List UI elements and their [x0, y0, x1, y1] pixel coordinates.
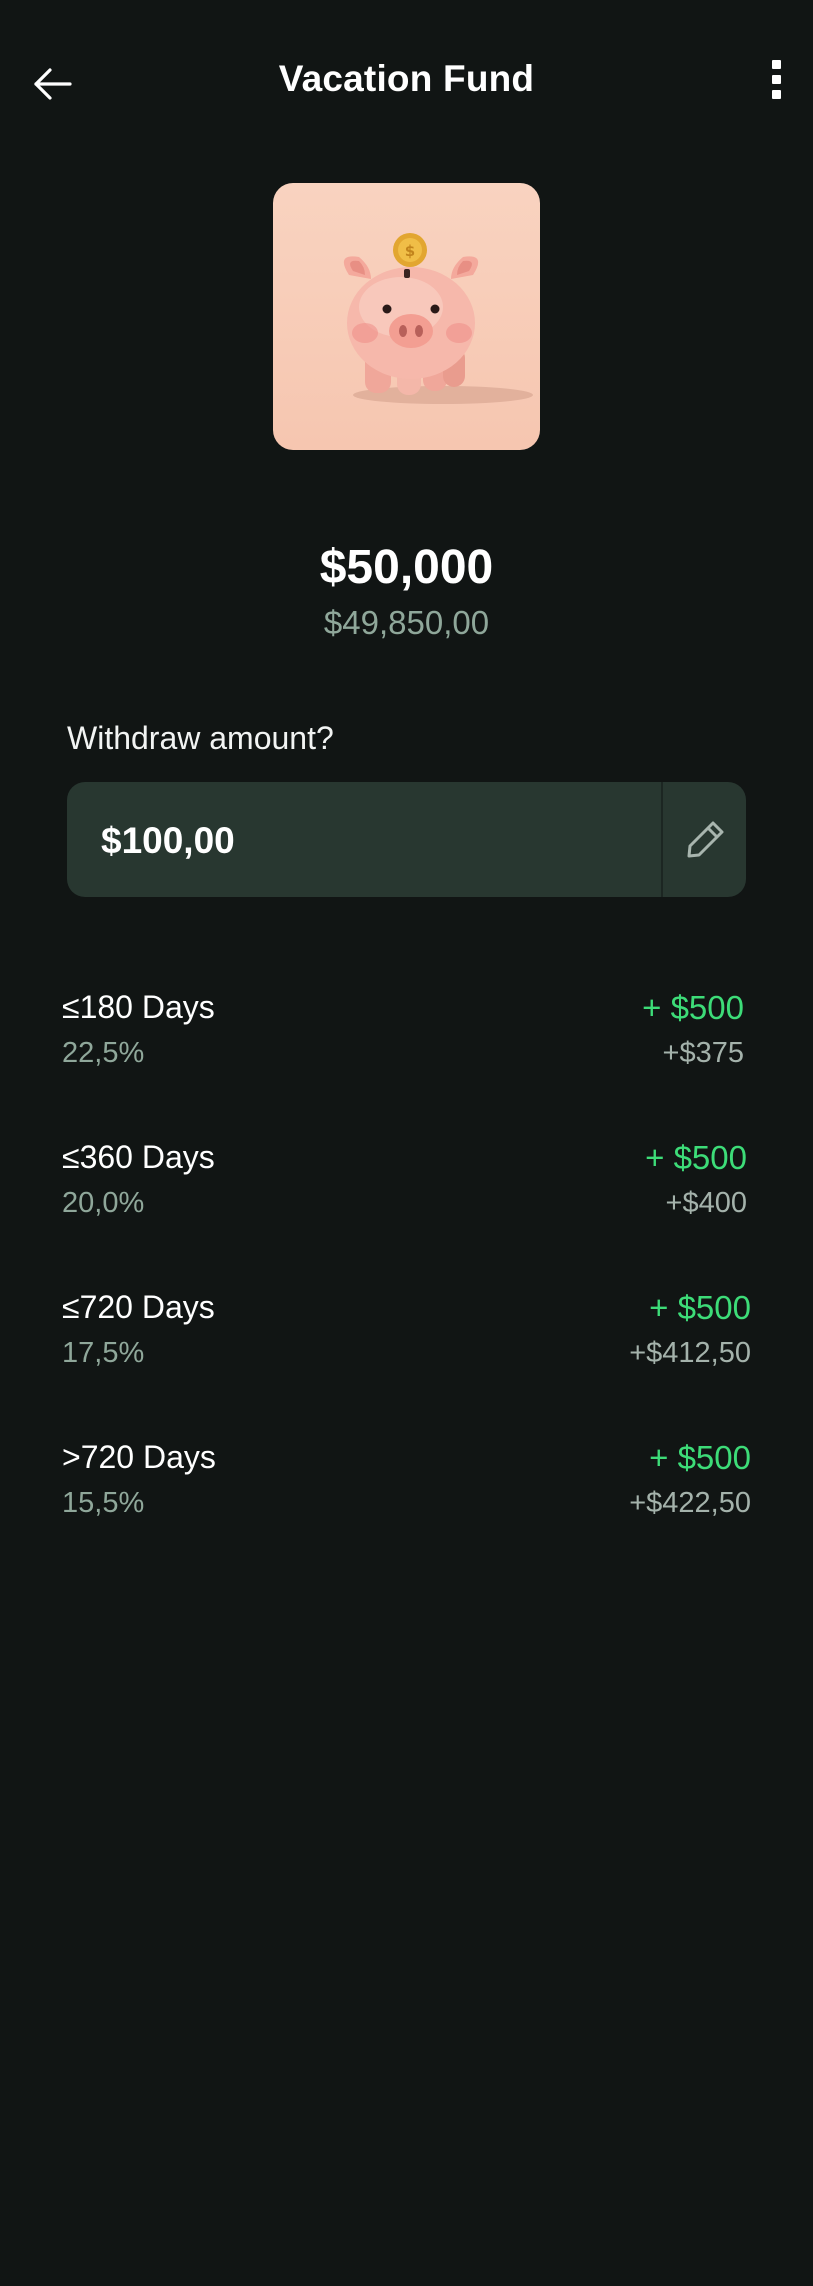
withdraw-label: Withdraw amount?	[67, 720, 334, 756]
more-vertical-icon	[761, 60, 791, 99]
tier-bonus: + $500	[642, 989, 744, 1026]
edit-amount-button[interactable]	[667, 782, 746, 897]
tier-bonus: + $500	[649, 1289, 751, 1326]
piggy-bank-icon: $	[343, 233, 533, 404]
tier-earnings: +$400	[665, 1187, 747, 1219]
tier-row-360-days[interactable]: ≤360 Days 20,0% + $500 +$400	[0, 1139, 813, 1249]
svg-text:$: $	[405, 242, 415, 260]
available-balance: $49,850,00	[323, 604, 490, 641]
tier-rate: 22,5%	[62, 1037, 145, 1069]
withdraw-amount-value: $100,00	[101, 820, 235, 861]
withdraw-amount-field[interactable]: $100,00	[67, 782, 746, 897]
tier-rate: 15,5%	[62, 1487, 145, 1519]
tier-earnings: +$412,50	[629, 1337, 751, 1369]
fund-cover-image: $	[273, 183, 540, 450]
tier-rate: 17,5%	[62, 1337, 145, 1369]
tier-bonus: + $500	[649, 1439, 751, 1476]
tier-label: ≤360 Days	[62, 1139, 215, 1175]
tier-row-720-days[interactable]: ≤720 Days 17,5% + $500 +$412,50	[0, 1289, 813, 1399]
tier-label: ≤720 Days	[62, 1289, 215, 1325]
tier-rate: 20,0%	[62, 1187, 145, 1219]
top-bar: Vacation Fund	[0, 40, 813, 130]
tier-earnings: +$422,50	[629, 1487, 751, 1519]
page-title: Vacation Fund	[278, 58, 535, 99]
fund-balance: $50,000	[319, 541, 494, 594]
pencil-icon	[687, 821, 724, 858]
tier-row-180-days[interactable]: ≤180 Days 22,5% + $500 +$375	[0, 989, 813, 1099]
more-options-button[interactable]	[761, 60, 791, 108]
tier-label: >720 Days	[62, 1439, 216, 1475]
tier-bonus: + $500	[645, 1139, 747, 1176]
field-divider	[661, 782, 663, 897]
tier-earnings: +$375	[662, 1037, 744, 1069]
tier-row-over-720-days[interactable]: >720 Days 15,5% + $500 +$422,50	[0, 1439, 813, 1549]
tier-label: ≤180 Days	[62, 989, 215, 1025]
